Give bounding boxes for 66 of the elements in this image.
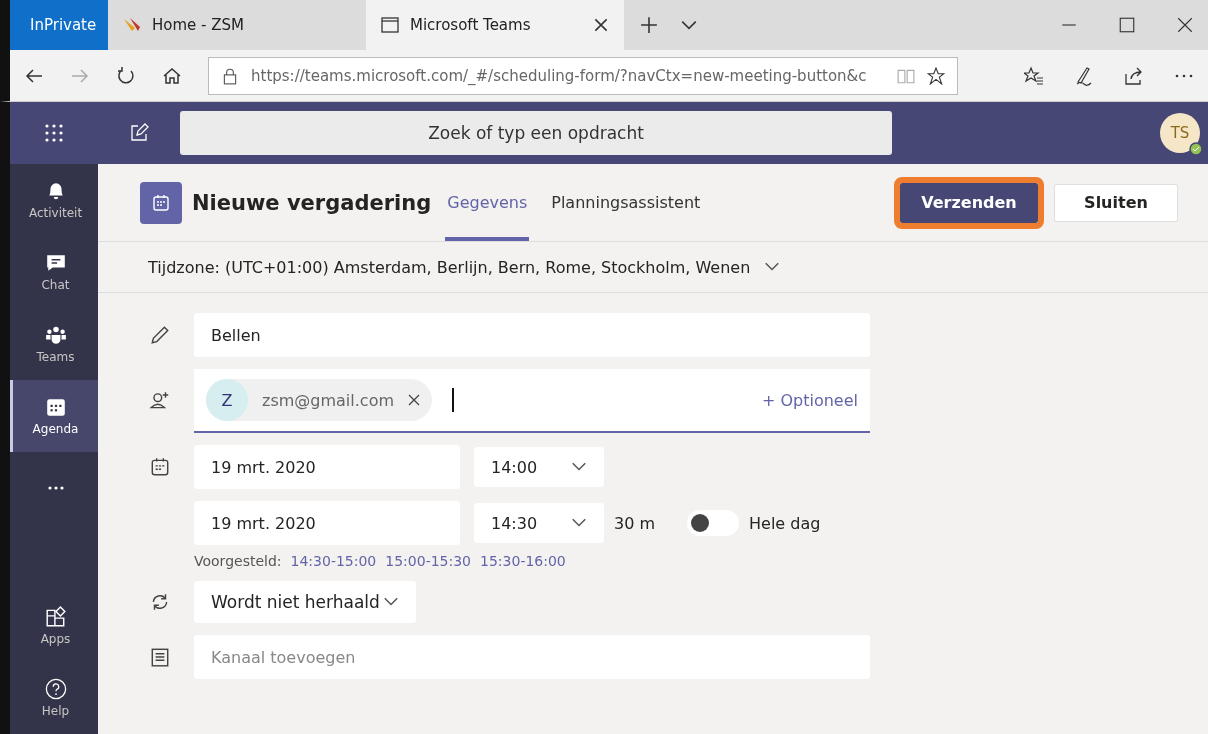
lock-icon [221, 66, 239, 85]
favorites-icon[interactable] [1024, 65, 1044, 86]
address-bar[interactable]: https://teams.microsoft.com/_#/scheduling-form/?navCtx=new-meeting-button&c [208, 56, 958, 95]
pen-icon[interactable] [1074, 65, 1094, 86]
channel-field[interactable]: Kanaal toevoegen [194, 635, 870, 679]
all-day-label: Hele dag [749, 513, 821, 533]
rail-item[interactable]: Apps [10, 590, 98, 662]
app-grid-icon[interactable] [44, 123, 64, 143]
calendar-icon [140, 181, 182, 224]
start-date-field[interactable]: 19 mrt. 2020 [194, 445, 460, 489]
rail-item[interactable]: Teams [10, 308, 98, 380]
initial-avatar: Z [206, 379, 248, 421]
remove-icon[interactable] [408, 394, 420, 406]
optional-link[interactable]: + Optioneel [761, 390, 858, 410]
duration-label: 30 m [614, 513, 656, 533]
tab[interactable]: Planningsassistent [549, 164, 703, 241]
more-icon [47, 486, 64, 490]
rail-item[interactable]: Help [10, 662, 98, 734]
rail-item[interactable]: Agenda [10, 380, 98, 452]
title-field[interactable]: Bellen [194, 313, 870, 357]
page-title: Nieuwe vergadering [192, 190, 432, 215]
user-avatar[interactable]: TS [1160, 113, 1200, 153]
home-icon[interactable] [162, 65, 182, 86]
calendar-icon [149, 456, 171, 478]
compose-icon[interactable] [129, 123, 149, 143]
calendar-icon [44, 396, 67, 418]
timezone-label: Tijdzone: (UTC+01:00) Amsterdam, Berlijn, Bern, Rome, Stockholm, Wenen [148, 257, 751, 277]
chevron-down-icon [383, 597, 399, 607]
chat-icon [44, 252, 67, 274]
chevron-down-icon [571, 462, 587, 472]
end-time-dropdown[interactable]: 14:30 [474, 503, 604, 543]
attendees-field[interactable]: Z zsm@gmail.com + Optioneel [194, 369, 870, 433]
close-icon[interactable] [1176, 16, 1194, 34]
star-icon[interactable] [927, 66, 945, 85]
people-icon [44, 324, 67, 346]
suggested-time-link[interactable]: 15:30-16:00 [480, 553, 566, 569]
channel-icon [149, 646, 171, 668]
help-icon [44, 678, 67, 700]
end-date-field[interactable]: 19 mrt. 2020 [194, 501, 460, 545]
inprivate-badge: InPrivate [10, 0, 108, 50]
suggested-time-link[interactable]: 14:30-15:00 [290, 553, 377, 569]
window-icon [380, 15, 400, 35]
suggested-time-link[interactable]: 15:00-15:30 [385, 553, 472, 569]
all-day-toggle[interactable] [687, 510, 740, 536]
close-button[interactable]: Sluiten [1054, 183, 1178, 222]
search-field[interactable]: Zoek of typ een opdracht [180, 111, 892, 155]
chevron-down-icon [571, 518, 587, 528]
share-icon[interactable] [1124, 65, 1144, 86]
apps-icon [44, 606, 67, 628]
repeat-dropdown[interactable]: Wordt niet herhaald [194, 581, 416, 623]
close-icon[interactable] [592, 16, 610, 34]
rail-item[interactable]: Activiteit [10, 164, 98, 236]
attendee-chip[interactable]: Z zsm@gmail.com [206, 379, 432, 421]
refresh-icon[interactable] [116, 65, 136, 86]
start-time-dropdown[interactable]: 14:00 [474, 447, 604, 487]
browser-tab[interactable]: Home - ZSM [108, 0, 366, 50]
maximize-icon[interactable] [1118, 16, 1136, 34]
attendee-email: zsm@gmail.com [262, 390, 394, 410]
text-cursor [452, 388, 454, 412]
pencil-icon [149, 324, 171, 346]
chevron-down-icon [764, 262, 781, 272]
suggested-label: Voorgesteld: [194, 553, 282, 569]
plus-icon[interactable] [640, 16, 658, 34]
browser-tab[interactable]: Microsoft Teams [366, 0, 624, 50]
tab[interactable]: Gegevens [445, 164, 530, 241]
rail-item[interactable]: Chat [10, 236, 98, 308]
